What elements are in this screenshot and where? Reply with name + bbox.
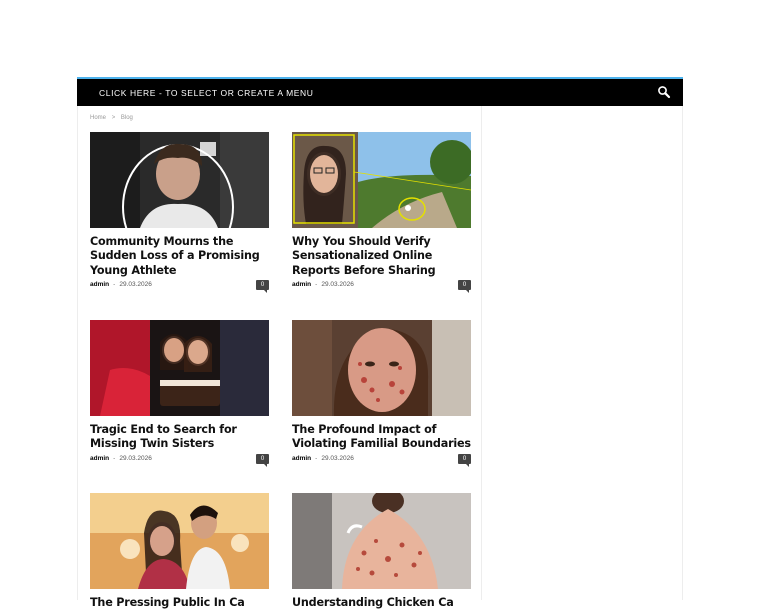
post-thumbnail[interactable] — [90, 493, 269, 589]
post-thumbnail[interactable] — [292, 132, 471, 228]
post-date: 29.03.2026 — [119, 281, 152, 288]
search-icon[interactable] — [657, 85, 671, 99]
post-date: 29.03.2026 — [119, 455, 152, 462]
post-title[interactable]: The Profound Impact of Violating Familia… — [292, 423, 471, 452]
breadcrumb-home-link[interactable]: Home — [90, 115, 106, 121]
menu-create-link[interactable]: CLICK HERE - TO SELECT OR CREATE A MENU — [99, 88, 314, 98]
breadcrumb-separator: > — [111, 115, 116, 121]
sidebar-divider — [481, 106, 482, 600]
post-author[interactable]: admin — [90, 281, 109, 288]
post-title[interactable]: Tragic End to Search for Missing Twin Si… — [90, 423, 269, 452]
breadcrumb: Home > Blog — [90, 115, 137, 121]
post-title[interactable]: Why You Should Verify Sensationalized On… — [292, 235, 471, 278]
post-meta: admin -29.03.2026 — [292, 281, 354, 288]
comment-count-badge[interactable]: 0 — [458, 454, 471, 467]
content-area: Home > Blog Community Mourns the Sudden … — [77, 106, 683, 609]
meta-separator: - — [113, 455, 116, 462]
comment-count-badge[interactable]: 0 — [256, 454, 269, 467]
post-author[interactable]: admin — [292, 455, 311, 462]
post-thumbnail[interactable] — [90, 320, 269, 416]
meta-separator: - — [113, 281, 116, 288]
post-meta: admin -29.03.2026 — [292, 455, 354, 462]
post-author[interactable]: admin — [90, 455, 109, 462]
comment-count-badge[interactable]: 0 — [458, 280, 471, 293]
post-title[interactable]: The Pressing Public In Ca — [90, 596, 269, 610]
post-thumbnail[interactable] — [292, 493, 471, 589]
comment-count-badge[interactable]: 0 — [256, 280, 269, 293]
meta-separator: - — [315, 455, 318, 462]
breadcrumb-current: Blog — [120, 115, 133, 121]
meta-separator: - — [315, 281, 318, 288]
page-wrapper: CLICK HERE - TO SELECT OR CREATE A MENU … — [77, 0, 683, 609]
post-title[interactable]: Community Mourns the Sudden Loss of a Pr… — [90, 235, 269, 278]
post-thumbnail[interactable] — [90, 132, 269, 228]
main-navbar: CLICK HERE - TO SELECT OR CREATE A MENU — [77, 77, 683, 106]
post-meta: admin -29.03.2026 — [90, 281, 152, 288]
post-meta: admin -29.03.2026 — [90, 455, 152, 462]
post-date: 29.03.2026 — [321, 281, 354, 288]
post-date: 29.03.2026 — [321, 455, 354, 462]
post-title[interactable]: Understanding Chicken Ca — [292, 596, 471, 610]
post-thumbnail[interactable] — [292, 320, 471, 416]
post-author[interactable]: admin — [292, 281, 311, 288]
